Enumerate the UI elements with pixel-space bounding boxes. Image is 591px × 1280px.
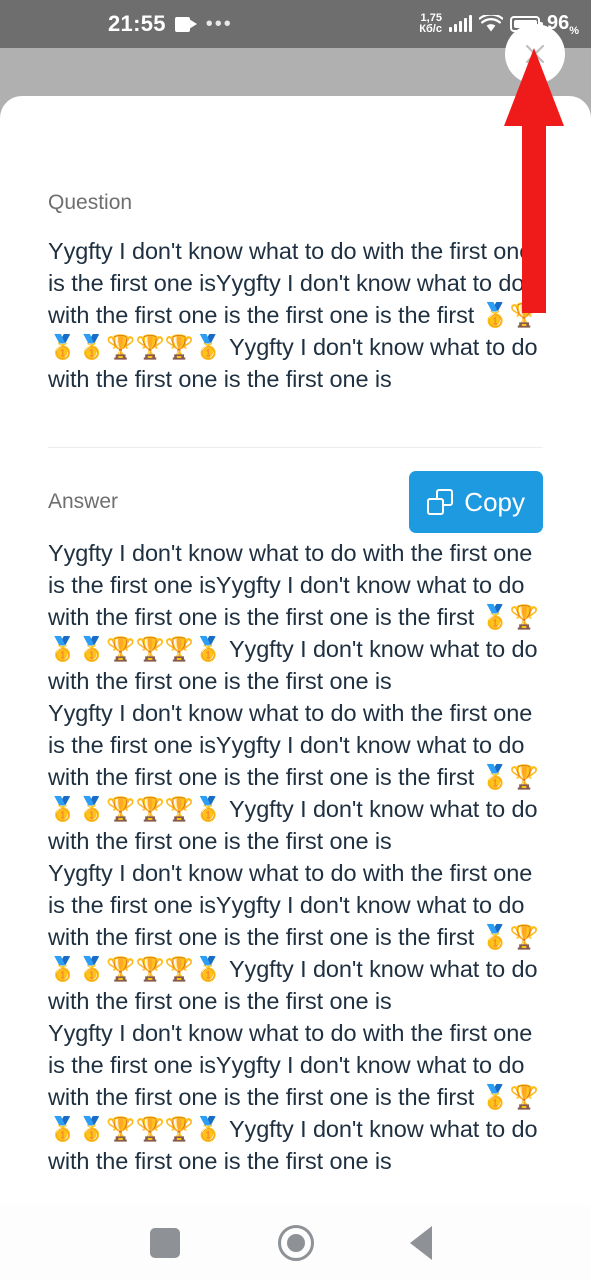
recent-apps-square-icon[interactable] <box>150 1227 180 1258</box>
status-bar-left: 21:55 ••• <box>108 11 233 37</box>
network-speed-unit: Кб/с <box>419 23 442 35</box>
answer-text: Yygfty I don't know what to do with the … <box>48 540 539 1174</box>
copy-button[interactable]: Copy <box>409 471 543 533</box>
network-speed-indicator: 1,75 Кб/с <box>419 13 442 35</box>
question-text: Yygfty I don't know what to do with the … <box>48 238 539 392</box>
section-divider <box>48 447 543 448</box>
home-circle-icon[interactable] <box>278 1224 314 1261</box>
red-arrow-annotation <box>504 48 564 313</box>
copy-icon <box>427 489 454 515</box>
video-camera-icon <box>174 16 197 32</box>
copy-button-label: Copy <box>464 486 525 517</box>
battery-percent-unit: % <box>569 24 579 37</box>
back-triangle-icon[interactable] <box>410 1225 432 1260</box>
wifi-icon <box>478 13 504 33</box>
android-navigation-bar <box>0 1205 591 1280</box>
answer-label: Answer <box>48 490 119 513</box>
cellular-signal-icon <box>448 15 472 32</box>
status-bar: 21:55 ••• 1,75 Кб/с 96% <box>0 0 591 48</box>
answer-header: Answer Copy <box>48 471 543 533</box>
question-label: Question <box>48 191 133 214</box>
status-bar-clock: 21:55 <box>108 11 166 36</box>
overflow-dots-icon: ••• <box>205 13 233 35</box>
